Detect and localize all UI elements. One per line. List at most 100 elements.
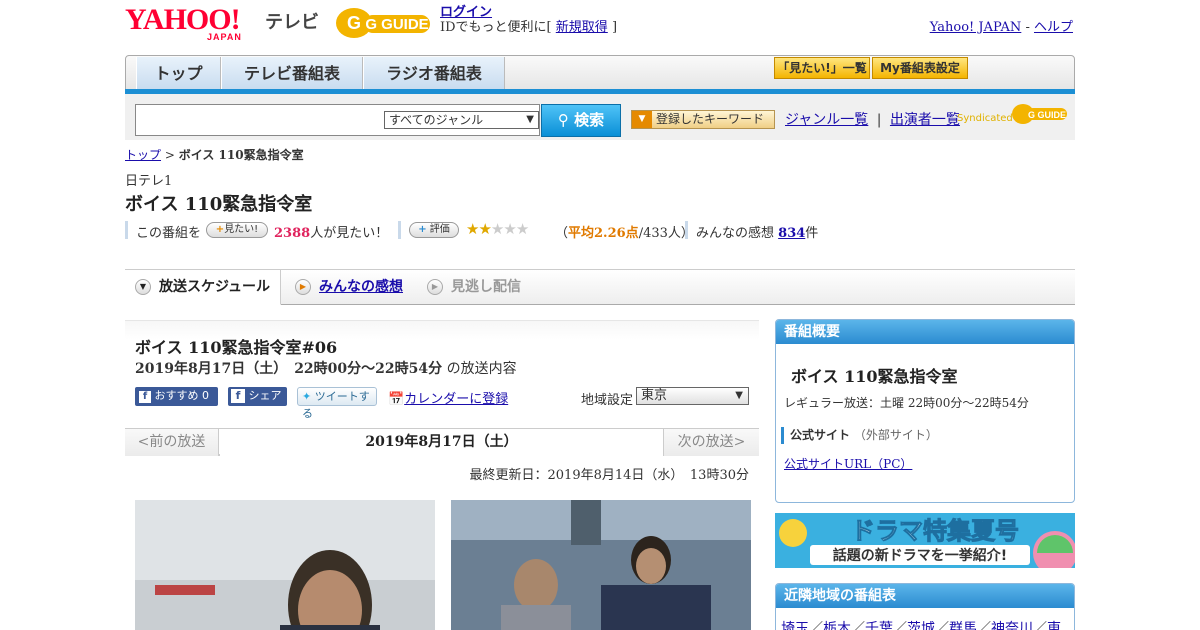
next-broadcast-button[interactable]: 次の放送> — [663, 429, 759, 456]
avg-prefix: （ — [555, 226, 569, 241]
logo-text: YAHOO! — [125, 3, 241, 36]
gguide-text: G GUIDE — [365, 16, 428, 33]
tab-top[interactable]: トップ — [136, 57, 221, 91]
yahoo-japan-logo[interactable]: YAHOO! JAPAN — [125, 3, 265, 43]
main-nav: トップ テレビ番組表 ラジオ番組表 「見たい!」一覧 My番組表設定 — [125, 55, 1075, 93]
breadcrumb-top[interactable]: トップ — [125, 148, 161, 162]
tab-missed-streaming[interactable]: ▶ 見逃し配信 — [427, 270, 521, 305]
keyword-button[interactable]: ▼ 登録したキーワード — [631, 110, 775, 129]
share-label: シェア — [248, 389, 282, 402]
gguide-logo: G G GUIDE — [334, 6, 434, 40]
tab-broadcast-schedule[interactable]: ▼ 放送スケジュール — [125, 270, 281, 305]
episode-date: 2019年8月17日（土） 22時00分～22時54分 — [135, 361, 443, 377]
star-icon: ★ — [515, 220, 529, 238]
impressions: みんなの感想 834件 — [696, 222, 818, 241]
tab-radio-schedule[interactable]: ラジオ番組表 — [363, 57, 505, 91]
search-icon: ⚲ — [557, 111, 569, 129]
calendar-icon: 📅 — [388, 392, 405, 407]
banner-line1: ドラマ特集夏号 — [851, 517, 1019, 545]
rating-average: （平均2.26点/433人） — [555, 222, 694, 241]
login-link[interactable]: ログイン — [440, 5, 492, 20]
chevron-right-icon: ▶ — [427, 279, 443, 295]
impression-prefix: みんなの感想 — [696, 226, 775, 241]
impression-count-link[interactable]: 834 — [778, 226, 805, 241]
region-sep: ／ — [851, 621, 865, 630]
prev-broadcast-button[interactable]: <前の放送 — [125, 429, 219, 456]
genre-select[interactable]: すべてのジャンル ▼ — [384, 111, 539, 129]
chevron-down-icon: ▼ — [135, 279, 151, 295]
breadcrumb: トップ > ボイス 110緊急指令室 — [125, 146, 304, 163]
plus-icon: + — [215, 224, 225, 235]
star-icon: ★ — [503, 220, 516, 238]
mitai-list-button[interactable]: 「見たい!」一覧 — [774, 57, 870, 79]
region-link-tochigi[interactable]: 栃木 — [823, 621, 851, 630]
episode-title: ボイス 110緊急指令室#06 — [135, 338, 338, 357]
impression-suffix: 件 — [805, 226, 819, 241]
facebook-share-button[interactable]: f シェア — [228, 387, 287, 406]
area-value: 東京 — [641, 388, 668, 403]
program-summary-box: 番組概要 — [775, 319, 1075, 503]
performer-list-link[interactable]: 出演者一覧 — [890, 112, 960, 128]
signup-link[interactable]: 新規取得 — [556, 20, 608, 35]
calendar-link[interactable]: カレンダーに登録 — [404, 392, 508, 407]
my-schedule-button[interactable]: My番組表設定 — [872, 57, 968, 79]
official-site-note: （外部サイト） — [853, 428, 938, 442]
genre-list-link[interactable]: ジャンル一覧 — [785, 112, 868, 128]
region-link-chiba[interactable]: 千葉 — [865, 621, 893, 630]
rating-stars: ★★★★★ — [466, 220, 529, 238]
program-stats: この番組を +見たい! 2388人が見たい！ + 評価 ★★★★★ （平均2.2… — [125, 220, 825, 241]
star-icon: ★ — [466, 220, 479, 238]
syndicated-text: Syndicated — [957, 113, 1013, 124]
tweet-button[interactable]: ✦ ツイートする — [297, 387, 377, 420]
region-link-more[interactable]: 東 — [1047, 621, 1061, 630]
keyword-button-label: 登録したキーワード — [656, 112, 765, 126]
link-separator: | — [876, 112, 882, 128]
region-link-gunma[interactable]: 群馬 — [949, 621, 977, 630]
search-button-label: 検索 — [574, 111, 605, 129]
chevron-down-icon: ▼ — [735, 390, 743, 401]
tab-label: 見逃し配信 — [451, 279, 521, 295]
mitai-button[interactable]: +見たい! — [206, 222, 268, 238]
region-link-kanagawa[interactable]: 神奈川 — [991, 621, 1033, 630]
region-sep: ／ — [893, 621, 907, 630]
facebook-recommend-button[interactable]: f おすすめ 0 — [135, 387, 218, 406]
region-link-saitama[interactable]: 埼玉 — [781, 621, 809, 630]
yahoo-japan-link[interactable]: Yahoo! JAPAN — [930, 20, 1022, 35]
tab-label: 放送スケジュール — [159, 279, 271, 295]
region-sep: ／ — [809, 621, 823, 630]
login-note-post: ] — [611, 20, 618, 35]
header-sep: - — [1021, 20, 1034, 35]
content-tabs: ▼ 放送スケジュール ▶ みんなの感想 ▶ 見逃し配信 — [125, 269, 1075, 305]
summary-title: ボイス 110緊急指令室 — [791, 367, 958, 386]
search-links: ジャンル一覧 | 出演者一覧 — [785, 109, 960, 129]
neighbors-header: 近隣地域の番組表 — [776, 584, 1074, 608]
official-site-heading: 公式サイト （外部サイト） — [781, 427, 938, 444]
breadcrumb-current: ボイス 110緊急指令室 — [178, 148, 304, 162]
drama-special-banner[interactable]: ドラマ特集夏号 話題の新ドラマを一挙紹介! — [775, 513, 1075, 568]
rating-button[interactable]: + 評価 — [409, 222, 459, 238]
star-icon: ★ — [478, 220, 491, 238]
mitai-count: 2388 — [274, 226, 311, 241]
help-link[interactable]: ヘルプ — [1034, 20, 1073, 35]
star-icon: ★ — [490, 220, 504, 238]
syndicated-logo-text: G GUIDE — [1028, 110, 1066, 120]
region-link-ibaraki[interactable]: 茨城 — [907, 621, 935, 630]
episode-navigation: <前の放送 2019年8月17日（土） 次の放送> — [125, 428, 759, 456]
tv-label: テレビ — [265, 12, 319, 33]
login-box: ログイン IDでもっと便利に[ 新規取得 ] — [440, 5, 617, 35]
tab-tv-schedule[interactable]: テレビ番組表 — [221, 57, 363, 91]
episode-date-suffix: の放送内容 — [446, 361, 517, 377]
genre-value: すべてのジャンル — [389, 113, 484, 127]
area-select[interactable]: 東京 ▼ — [636, 387, 749, 405]
calendar-add[interactable]: 📅カレンダーに登録 — [388, 388, 508, 407]
stat-divider — [125, 221, 128, 239]
tweet-label: ツイートする — [302, 390, 370, 420]
region-sep: ／ — [935, 621, 949, 630]
tab-label: みんなの感想 — [319, 279, 403, 295]
search-button[interactable]: ⚲ 検索 — [541, 104, 621, 137]
official-site-label: 公式サイト — [790, 428, 851, 442]
banner-line2: 話題の新ドラマを一挙紹介! — [833, 547, 1007, 564]
official-site-link[interactable]: 公式サイトURL（PC） — [784, 455, 912, 472]
tab-impressions[interactable]: ▶ みんなの感想 — [295, 270, 403, 305]
region-sep: ／ — [977, 621, 991, 630]
